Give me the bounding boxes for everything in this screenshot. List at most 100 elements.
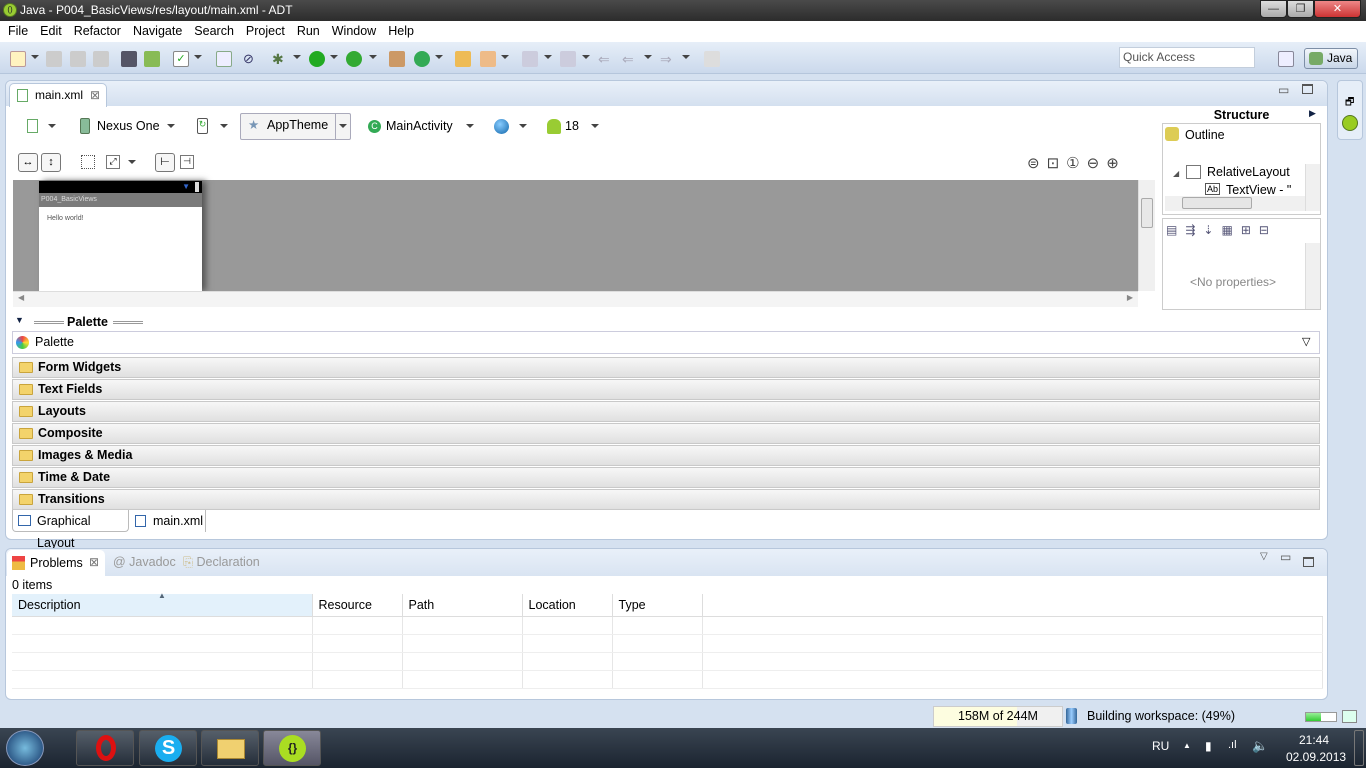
progress-view-icon[interactable] bbox=[1342, 710, 1357, 723]
start-button[interactable] bbox=[6, 730, 44, 766]
chevron-down-icon[interactable] bbox=[582, 55, 590, 59]
next-annotation-icon[interactable] bbox=[522, 51, 538, 67]
resize-icon[interactable]: ⤢ bbox=[106, 155, 120, 169]
palette-selector[interactable]: Palette ▽ bbox=[12, 331, 1320, 354]
debug-icon[interactable]: ✱ bbox=[272, 51, 288, 67]
close-tab-icon[interactable]: ⊠ bbox=[90, 88, 100, 102]
minimize-icon[interactable]: ▭ bbox=[1278, 83, 1289, 97]
clock-time[interactable]: 21:44 bbox=[1299, 733, 1329, 747]
network-icon[interactable]: .ıl bbox=[1228, 739, 1237, 751]
tab-graphical-layout[interactable]: Graphical Layout bbox=[12, 510, 129, 550]
categories-icon[interactable]: ▤ bbox=[1166, 223, 1185, 237]
toggle-height-icon[interactable]: ↕ bbox=[41, 153, 61, 172]
chevron-down-icon[interactable] bbox=[31, 55, 39, 59]
build-progress-bar[interactable] bbox=[1305, 712, 1337, 722]
tab-xml-source[interactable]: main.xml bbox=[129, 510, 206, 532]
chevron-down-icon[interactable] bbox=[220, 124, 228, 128]
run-icon[interactable] bbox=[309, 51, 325, 67]
sort-az-icon[interactable]: ⇣ bbox=[1203, 223, 1221, 237]
chevron-down-icon[interactable] bbox=[167, 124, 175, 128]
outline-hscrollbar[interactable] bbox=[1165, 196, 1305, 211]
taskbar-adt[interactable]: {} bbox=[263, 730, 321, 766]
column-resource[interactable]: Resource bbox=[312, 594, 403, 617]
column-description[interactable]: Description ▲ bbox=[12, 591, 313, 617]
menu-search[interactable]: Search bbox=[194, 21, 242, 42]
chevron-down-icon[interactable] bbox=[330, 55, 338, 59]
external-tools-icon[interactable] bbox=[346, 51, 362, 67]
zoom-real-size-icon[interactable]: ⊡ bbox=[1047, 155, 1067, 172]
chevron-down-icon[interactable] bbox=[682, 55, 690, 59]
java-perspective-button[interactable]: Java bbox=[1304, 48, 1358, 69]
locale-globe-icon[interactable] bbox=[494, 119, 509, 134]
palette-category-form-widgets[interactable]: Form Widgets bbox=[12, 357, 1320, 378]
adt-view-icon[interactable] bbox=[1342, 115, 1358, 131]
chevron-down-icon[interactable] bbox=[48, 124, 56, 128]
new-android-project-icon[interactable] bbox=[216, 51, 232, 67]
last-edit-icon[interactable]: ⇐ bbox=[598, 51, 614, 67]
orientation-icon[interactable]: ↻ bbox=[197, 118, 208, 134]
forward-icon[interactable]: ⇒ bbox=[660, 51, 676, 67]
chevron-down-icon[interactable] bbox=[644, 55, 652, 59]
zoom-fit-icon[interactable]: ⊜ bbox=[1027, 155, 1047, 172]
back-icon[interactable]: ⇐ bbox=[622, 51, 638, 67]
print-icon[interactable] bbox=[93, 51, 109, 67]
heap-status[interactable]: 158M of 244M bbox=[933, 706, 1063, 727]
quick-access-input[interactable]: Quick Access bbox=[1119, 47, 1255, 68]
device-preview[interactable]: ▼ P004_BasicViews Hello world! bbox=[39, 181, 202, 291]
new-class-icon[interactable] bbox=[414, 51, 430, 67]
api-level-selector[interactable]: 18 bbox=[565, 116, 579, 136]
close-tab-icon[interactable]: ⊠ bbox=[89, 555, 99, 569]
menu-help[interactable]: Help bbox=[388, 21, 422, 42]
select-all-icon[interactable] bbox=[81, 155, 95, 169]
zoom-in-icon[interactable]: ⊕ bbox=[1106, 155, 1126, 172]
view-menu-icon[interactable]: ▽ bbox=[1260, 551, 1268, 562]
device-selector[interactable]: Nexus One bbox=[97, 116, 160, 136]
avd-manager-icon[interactable] bbox=[144, 51, 160, 67]
pin-editor-icon[interactable] bbox=[704, 51, 720, 67]
open-perspective-icon[interactable] bbox=[1278, 51, 1294, 67]
chevron-down-icon[interactable] bbox=[501, 55, 509, 59]
tree-item-textview[interactable]: TextView - "He bbox=[1226, 183, 1292, 197]
expand-all-icon[interactable]: ⊞ bbox=[1241, 223, 1259, 237]
maximize-icon[interactable] bbox=[1303, 557, 1314, 567]
tab-problems[interactable]: Problems ⊠ bbox=[7, 550, 105, 577]
column-path[interactable]: Path bbox=[402, 594, 523, 617]
maximize-button[interactable]: ❐ bbox=[1287, 0, 1314, 18]
new-icon[interactable] bbox=[10, 51, 26, 67]
palette-category-layouts[interactable]: Layouts bbox=[12, 401, 1320, 422]
chevron-down-icon[interactable] bbox=[466, 124, 474, 128]
palette-category-transitions[interactable]: Transitions bbox=[12, 489, 1320, 510]
outline-scrollbar[interactable] bbox=[1305, 164, 1320, 211]
zoom-out-icon[interactable]: ⊖ bbox=[1087, 155, 1107, 172]
close-button[interactable]: ✕ bbox=[1314, 0, 1361, 18]
show-hidden-icons[interactable]: ▲ bbox=[1183, 741, 1191, 750]
garbage-collect-icon[interactable] bbox=[1066, 708, 1077, 724]
menu-edit[interactable]: Edit bbox=[40, 21, 70, 42]
chevron-down-icon[interactable] bbox=[369, 55, 377, 59]
chevron-down-icon[interactable] bbox=[293, 55, 301, 59]
layout-action-icon[interactable]: ⊢ bbox=[155, 153, 175, 172]
collapse-all-icon[interactable]: ⊟ bbox=[1259, 223, 1277, 237]
palette-menu-icon[interactable]: ▽ bbox=[1302, 335, 1310, 348]
canvas-horizontal-scrollbar[interactable]: ◀ ▶ bbox=[13, 291, 1138, 307]
taskbar-explorer[interactable] bbox=[201, 730, 259, 766]
menu-refactor[interactable]: Refactor bbox=[74, 21, 129, 42]
chevron-down-icon[interactable] bbox=[519, 124, 527, 128]
lint-check-icon[interactable]: ✓ bbox=[173, 51, 189, 67]
save-all-icon[interactable] bbox=[70, 51, 86, 67]
tree-expand-icon[interactable]: ◢ bbox=[1173, 169, 1179, 178]
prev-annotation-icon[interactable] bbox=[560, 51, 576, 67]
save-icon[interactable] bbox=[46, 51, 62, 67]
language-indicator[interactable]: RU bbox=[1152, 739, 1169, 753]
palette-category-text-fields[interactable]: Text Fields bbox=[12, 379, 1320, 400]
tree-item-relativelayout[interactable]: RelativeLayout bbox=[1207, 165, 1290, 179]
column-type[interactable]: Type bbox=[612, 594, 703, 617]
skip-breakpoints-icon[interactable]: ⊘ bbox=[243, 51, 259, 67]
palette-category-time-date[interactable]: Time & Date bbox=[12, 467, 1320, 488]
show-desktop-button[interactable] bbox=[1354, 730, 1364, 766]
tab-main-xml[interactable]: main.xml ⊠ bbox=[9, 83, 107, 107]
minimize-button[interactable]: — bbox=[1260, 0, 1287, 18]
toggle-width-icon[interactable]: ↔ bbox=[18, 153, 38, 172]
menu-project[interactable]: Project bbox=[246, 21, 293, 42]
menu-run[interactable]: Run bbox=[297, 21, 328, 42]
